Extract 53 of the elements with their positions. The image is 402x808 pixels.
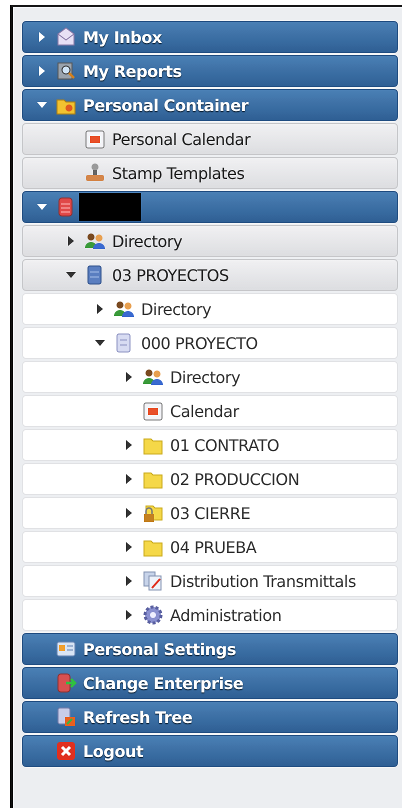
calendar-icon [84, 128, 106, 150]
item-label: Directory [141, 300, 212, 318]
item-label: Distribution Transmittals [170, 572, 356, 590]
item-label: 03 CIERRE [170, 504, 250, 522]
item-label: Stamp Templates [112, 164, 244, 182]
tree-item[interactable]: Stamp Templates [22, 157, 398, 189]
item-label: Logout [83, 742, 144, 760]
tree-item[interactable]: 01 CONTRATO [22, 429, 398, 461]
tree-item[interactable]: Directory [22, 225, 398, 257]
item-label: My Inbox [83, 28, 162, 46]
tree-item[interactable]: 02 PRODUCCION [22, 463, 398, 495]
tree-item[interactable]: 000 PROYECTO [22, 327, 398, 359]
tree-item[interactable]: 04 PRUEBA [22, 531, 398, 563]
magnifier-icon [55, 60, 77, 82]
item-label: Refresh Tree [83, 708, 192, 726]
nav-bar-item[interactable]: My Reports [22, 55, 398, 87]
nav-bar-item[interactable]: Change Enterprise [22, 667, 398, 699]
nav-bar-item[interactable] [22, 191, 398, 223]
item-label: 02 PRODUCCION [170, 470, 300, 488]
tree-item[interactable]: Directory [22, 293, 398, 325]
item-label: Personal Settings [83, 640, 236, 658]
item-label: Personal Calendar [112, 130, 250, 148]
item-label: My Reports [83, 62, 182, 80]
item-label: 000 PROYECTO [141, 334, 258, 352]
item-label: Directory [170, 368, 240, 386]
tree-item[interactable]: 03 PROYECTOS [22, 259, 398, 291]
tree-item[interactable]: 03 CIERRE [22, 497, 398, 529]
item-label: 04 PRUEBA [170, 538, 256, 556]
gear-icon [142, 604, 164, 626]
envelope-icon [55, 26, 77, 48]
item-label: Change Enterprise [83, 674, 244, 692]
item-label: 01 CONTRATO [170, 436, 280, 454]
close-icon [55, 740, 77, 762]
tree-item[interactable]: Calendar [22, 395, 398, 427]
item-label: 03 PROYECTOS [112, 266, 229, 284]
nav-bar-item[interactable]: Refresh Tree [22, 701, 398, 733]
tree-item[interactable]: Administration [22, 599, 398, 631]
nav-bar-item[interactable]: My Inbox [22, 21, 398, 53]
stamp-icon [84, 162, 106, 184]
refresh-icon [55, 706, 77, 728]
documents-icon [142, 570, 164, 592]
tree-item[interactable]: Distribution Transmittals [22, 565, 398, 597]
database-arrow-icon [55, 672, 77, 694]
calendar-icon [142, 400, 164, 422]
nav-bar-item[interactable]: Personal Container [22, 89, 398, 121]
nav-bar-item[interactable]: Personal Settings [22, 633, 398, 665]
item-label: Personal Container [83, 96, 248, 114]
item-label: Directory [112, 232, 182, 250]
item-label: Administration [170, 606, 282, 624]
nav-bar-item[interactable]: Logout [22, 735, 398, 767]
item-label: Calendar [170, 402, 239, 420]
tree-item[interactable]: Directory [22, 361, 398, 393]
tree-item[interactable]: Personal Calendar [22, 123, 398, 155]
